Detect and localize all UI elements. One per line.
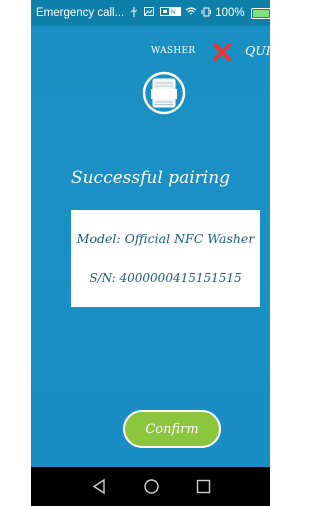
nfc-icon: N [170,7,182,19]
close-icon[interactable] [212,42,232,62]
screenshot-icon [160,7,171,19]
washer-icon [141,70,187,116]
recents-icon[interactable] [195,478,212,495]
pairing-screen: WASHER QUIT Successful pairing Model: Of… [31,26,270,467]
serial-number-text: S/N: 4000000415151515 [89,271,242,285]
status-left-text: Emergency call... [36,7,125,19]
top-bar: WASHER QUIT [31,40,270,66]
battery-icon [250,7,270,19]
washer-label: WASHER [151,46,196,56]
phone-screen: Emergency call... N 100% 14 [31,0,270,506]
navigation-bar [31,467,270,506]
wifi-icon [185,7,197,19]
model-text: Model: Official NFC Washer [76,231,255,246]
svg-text:N: N [171,10,175,16]
quit-button[interactable]: QUIT [245,43,270,58]
battery-percent: 100% [215,7,245,19]
usb-icon [130,6,138,20]
back-icon[interactable] [91,478,108,495]
success-title: Successful pairing [70,168,231,188]
device-info-card: Model: Official NFC Washer S/N: 40000004… [71,210,260,307]
image-icon [144,7,155,19]
status-bar: Emergency call... N 100% 14 [31,0,270,26]
home-icon[interactable] [143,478,160,495]
vibrate-icon [201,7,212,20]
confirm-button[interactable]: Confirm [123,410,221,448]
